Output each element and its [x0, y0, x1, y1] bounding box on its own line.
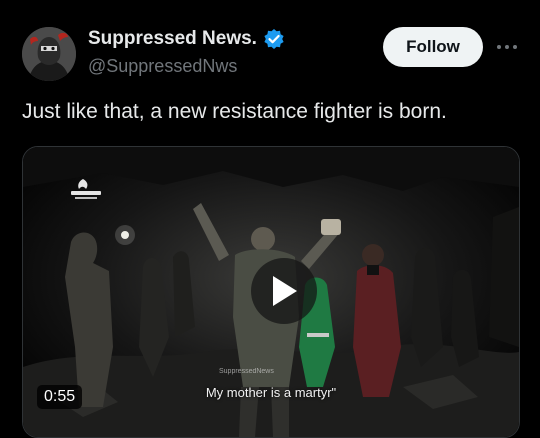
author-handle[interactable]: @SuppressedNws [88, 56, 237, 77]
author-name-row[interactable]: Suppressed News. [88, 28, 285, 50]
video-player[interactable]: SuppressedNews 0:55 My mother is a marty… [22, 146, 520, 438]
tweet-text: Just like that, a new resistance fighter… [22, 100, 447, 123]
more-options-icon[interactable] [494, 36, 520, 58]
author-avatar[interactable] [22, 27, 76, 81]
author-display-name[interactable]: Suppressed News. [88, 28, 257, 50]
verified-badge-icon [263, 28, 285, 50]
channel-logo-watermark [69, 177, 103, 203]
play-button[interactable] [251, 258, 317, 324]
video-caption: My mother is a martyr" [205, 385, 337, 400]
play-icon [273, 276, 297, 306]
video-watermark-text: SuppressedNews [219, 368, 274, 375]
follow-button[interactable]: Follow [383, 27, 483, 67]
